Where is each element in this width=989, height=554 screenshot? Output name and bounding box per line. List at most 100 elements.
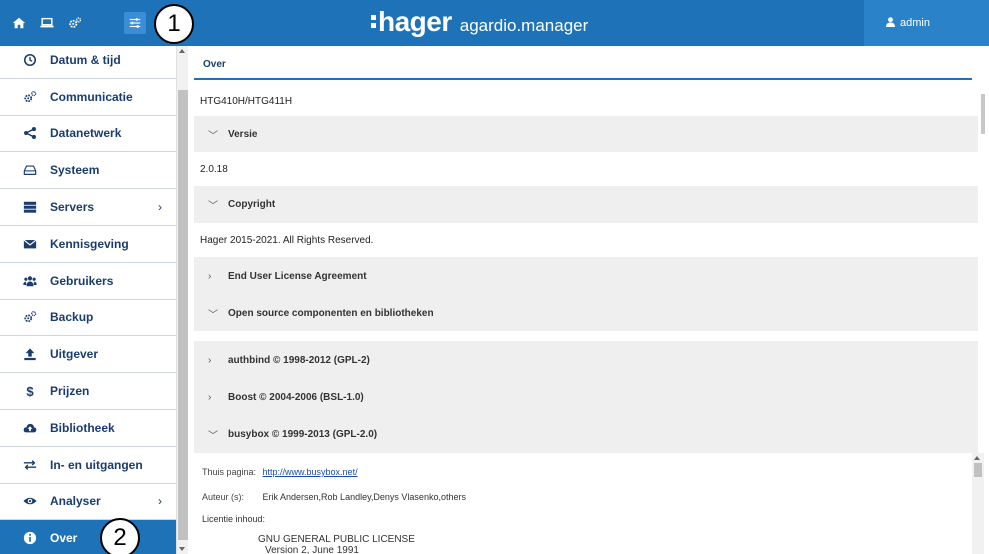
brand-logo: hager — [378, 6, 452, 37]
license-line-2: Version 2, June 1991 — [265, 545, 359, 554]
sidebar-item-label: Over — [50, 531, 78, 546]
annotation-callout-2: 2 — [100, 518, 140, 554]
sidebar-item-uitgever[interactable]: Uitgever — [0, 336, 176, 374]
main-scrollbar[interactable] — [981, 94, 989, 554]
model-row: HTG410H/HTG411H — [194, 86, 978, 116]
scroll-up-arrow-icon[interactable] — [974, 456, 980, 460]
version-row: 2.0.18 — [194, 152, 978, 186]
sidebar-item-kennisgeving[interactable]: Kennisgeving — [0, 226, 176, 263]
home-link[interactable]: http://www.busybox.net/ — [263, 467, 358, 477]
sidebar-item-gebruikers[interactable]: Gebruikers — [0, 263, 176, 300]
chevron-right-icon: › — [158, 494, 162, 509]
chevron-right-icon: › — [208, 392, 212, 403]
sidebar-item-communicatie[interactable]: Communicatie — [0, 79, 176, 116]
home-page-row: Thuis pagina: http://www.busybox.net/ — [202, 467, 358, 477]
copyright-text: Hager 2015-2021. All Rights Reserved. — [200, 234, 374, 246]
sidebar-item-in-en-uitgangen[interactable]: In- en uitgangen — [0, 447, 176, 484]
drive-icon — [22, 162, 38, 178]
section-copyright[interactable]: ﹀ Copyright — [194, 186, 978, 223]
copyright-row: Hager 2015-2021. All Rights Reserved. — [194, 223, 978, 257]
server-icon — [22, 199, 38, 215]
scroll-up-arrow-icon[interactable] — [179, 49, 185, 53]
cogs-icon — [22, 89, 38, 105]
sidebar-item-label: Backup — [50, 310, 94, 325]
sidebar-item-analyser[interactable]: Analyser › — [0, 484, 176, 521]
brand: hager agardio.manager — [370, 6, 588, 40]
product-name: agardio.manager — [459, 16, 589, 35]
sidebar-item-systeem[interactable]: Systeem — [0, 152, 176, 190]
sidebar-item-label: Kennisgeving — [50, 236, 129, 251]
component-label: busybox © 1999-2013 (GPL-2.0) — [228, 429, 378, 440]
chevron-right-icon: › — [208, 354, 212, 366]
info-icon — [22, 530, 38, 546]
chevron-down-icon: ﹀ — [208, 130, 218, 142]
license-label: Licentie inhoud: — [202, 514, 266, 524]
monitor-icon[interactable] — [36, 12, 58, 34]
sidebar-scrollbar[interactable] — [176, 46, 188, 554]
version-text: 2.0.18 — [200, 163, 228, 175]
sidebar-item-label: Datanetwerk — [50, 126, 122, 141]
section-open-source[interactable]: ﹀ Open source componenten en bibliotheke… — [194, 295, 978, 331]
section-label: End User License Agreement — [228, 270, 367, 282]
dollar-icon: $ — [22, 383, 38, 399]
sidebar-item-over[interactable]: Over — [0, 520, 176, 554]
top-bar: hager agardio.manager admin — [0, 0, 989, 46]
sidebar-item-bibliotheek[interactable]: Bibliotheek — [0, 410, 176, 447]
sidebar-item-label: Servers — [50, 200, 95, 215]
main-content: Over HTG410H/HTG411H ﹀ Versie 2.0.18 ﹀ C… — [188, 46, 989, 554]
sidebar-item-label: Datum & tijd — [50, 52, 121, 67]
sidebar-scroll-thumb[interactable] — [178, 90, 188, 540]
user-name: admin — [900, 17, 930, 29]
component-busybox[interactable]: ﹀ busybox © 1999-2013 (GPL-2.0) — [194, 416, 978, 453]
main-scroll-thumb[interactable] — [981, 94, 985, 134]
users-icon — [22, 273, 38, 289]
sidebar-item-datanetwerk[interactable]: Datanetwerk — [0, 116, 176, 153]
section-eula[interactable]: › End User License Agreement — [194, 257, 978, 295]
chevron-down-icon: ﹀ — [208, 431, 218, 442]
sidebar: Datum & tijd Communicatie Datanetwerk Syste… — [0, 46, 176, 554]
home-label: Thuis pagina: — [202, 467, 257, 477]
license-label-row: Licentie inhoud: — [202, 514, 265, 524]
sidebar-item-label: Communicatie — [50, 89, 133, 104]
upload-icon — [22, 346, 38, 362]
annotation-callout-1: 1 — [154, 4, 194, 44]
tab-underline — [194, 78, 972, 80]
sidebar-item-label: Gebruikers — [50, 273, 114, 288]
sidebar-item-backup[interactable]: Backup — [0, 300, 176, 337]
sidebar-item-label: In- en uitgangen — [50, 457, 143, 472]
user-icon — [886, 16, 895, 30]
section-label: Open source componenten en bibliotheken — [228, 307, 434, 319]
sidebar-item-label: Analyser — [50, 494, 101, 509]
scroll-down-arrow-icon[interactable] — [179, 547, 185, 551]
user-menu[interactable]: admin — [864, 0, 989, 46]
share-icon — [22, 125, 38, 141]
home-icon[interactable] — [8, 12, 30, 34]
chevron-right-icon: › — [208, 270, 212, 282]
sidebar-item-label: Systeem — [50, 163, 100, 178]
component-boost[interactable]: › Boost © 2004-2006 (BSL-1.0) — [194, 379, 978, 416]
chevron-down-icon: ﹀ — [208, 309, 218, 321]
license-text: GNU GENERAL PUBLIC LICENSE Version 2, Ju… — [258, 534, 415, 554]
sidebar-item-prijzen[interactable]: $ Prijzen — [0, 373, 176, 410]
clock-icon — [22, 52, 38, 68]
hager-logo-mark — [370, 13, 378, 34]
cogs-icon[interactable] — [64, 12, 86, 34]
section-label: Versie — [228, 128, 258, 140]
exchange-icon — [22, 457, 38, 473]
chevron-right-icon: › — [158, 200, 162, 215]
cogs-icon — [22, 309, 38, 325]
license-line-1: GNU GENERAL PUBLIC LICENSE — [258, 534, 415, 545]
section-label: Copyright — [228, 199, 276, 210]
component-label: Boost © 2004-2006 (BSL-1.0) — [228, 392, 364, 403]
sidebar-item-servers[interactable]: Servers › — [0, 189, 176, 226]
authors-row: Auteur (s): Erik Andersen,Rob Landley,De… — [202, 492, 466, 502]
sliders-icon[interactable] — [124, 12, 146, 34]
section-versie[interactable]: ﹀ Versie — [194, 116, 978, 152]
chevron-down-icon: ﹀ — [208, 201, 218, 212]
sidebar-item-label: Bibliotheek — [50, 420, 115, 435]
sidebar-item-datum-tijd[interactable]: Datum & tijd — [0, 46, 176, 79]
tab-over[interactable]: Over — [203, 59, 226, 70]
spacer-row — [194, 331, 978, 341]
component-authbind[interactable]: › authbind © 1998-2012 (GPL-2) — [194, 341, 978, 379]
cloud-upload-icon — [22, 420, 38, 436]
